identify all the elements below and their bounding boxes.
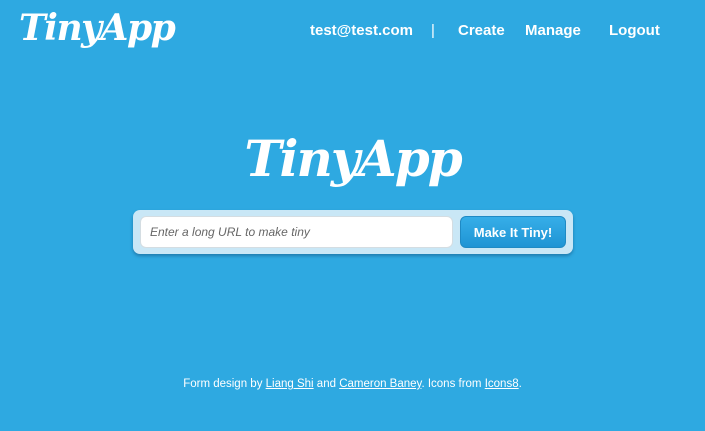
shorten-url-form: Make It Tiny! [133, 210, 573, 254]
footer-and: and [313, 378, 340, 390]
author-link-cameron-baney[interactable]: Cameron Baney [339, 378, 421, 390]
hero-logo: TinyApp [244, 129, 462, 188]
top-nav: test@test.com | Create Manage Logout [0, 21, 705, 43]
author-link-liang-shi[interactable]: Liang Shi [266, 378, 314, 390]
nav-create-link[interactable]: Create [458, 21, 505, 41]
footer-icons-text: . Icons from [421, 378, 485, 390]
make-it-tiny-button[interactable]: Make It Tiny! [460, 216, 566, 248]
nav-manage-link[interactable]: Manage [525, 21, 581, 41]
header: TinyApp test@test.com | Create Manage Lo… [0, 0, 705, 62]
footer-prefix: Form design by [183, 378, 266, 390]
icons8-link[interactable]: Icons8 [485, 378, 519, 390]
footer: Form design by Liang Shi and Cameron Ban… [0, 376, 705, 392]
user-email: test@test.com [310, 22, 413, 39]
footer-suffix: . [518, 378, 522, 390]
nav-separator: | [431, 22, 435, 39]
nav-logout-link[interactable]: Logout [609, 21, 660, 41]
long-url-input[interactable] [140, 216, 453, 248]
